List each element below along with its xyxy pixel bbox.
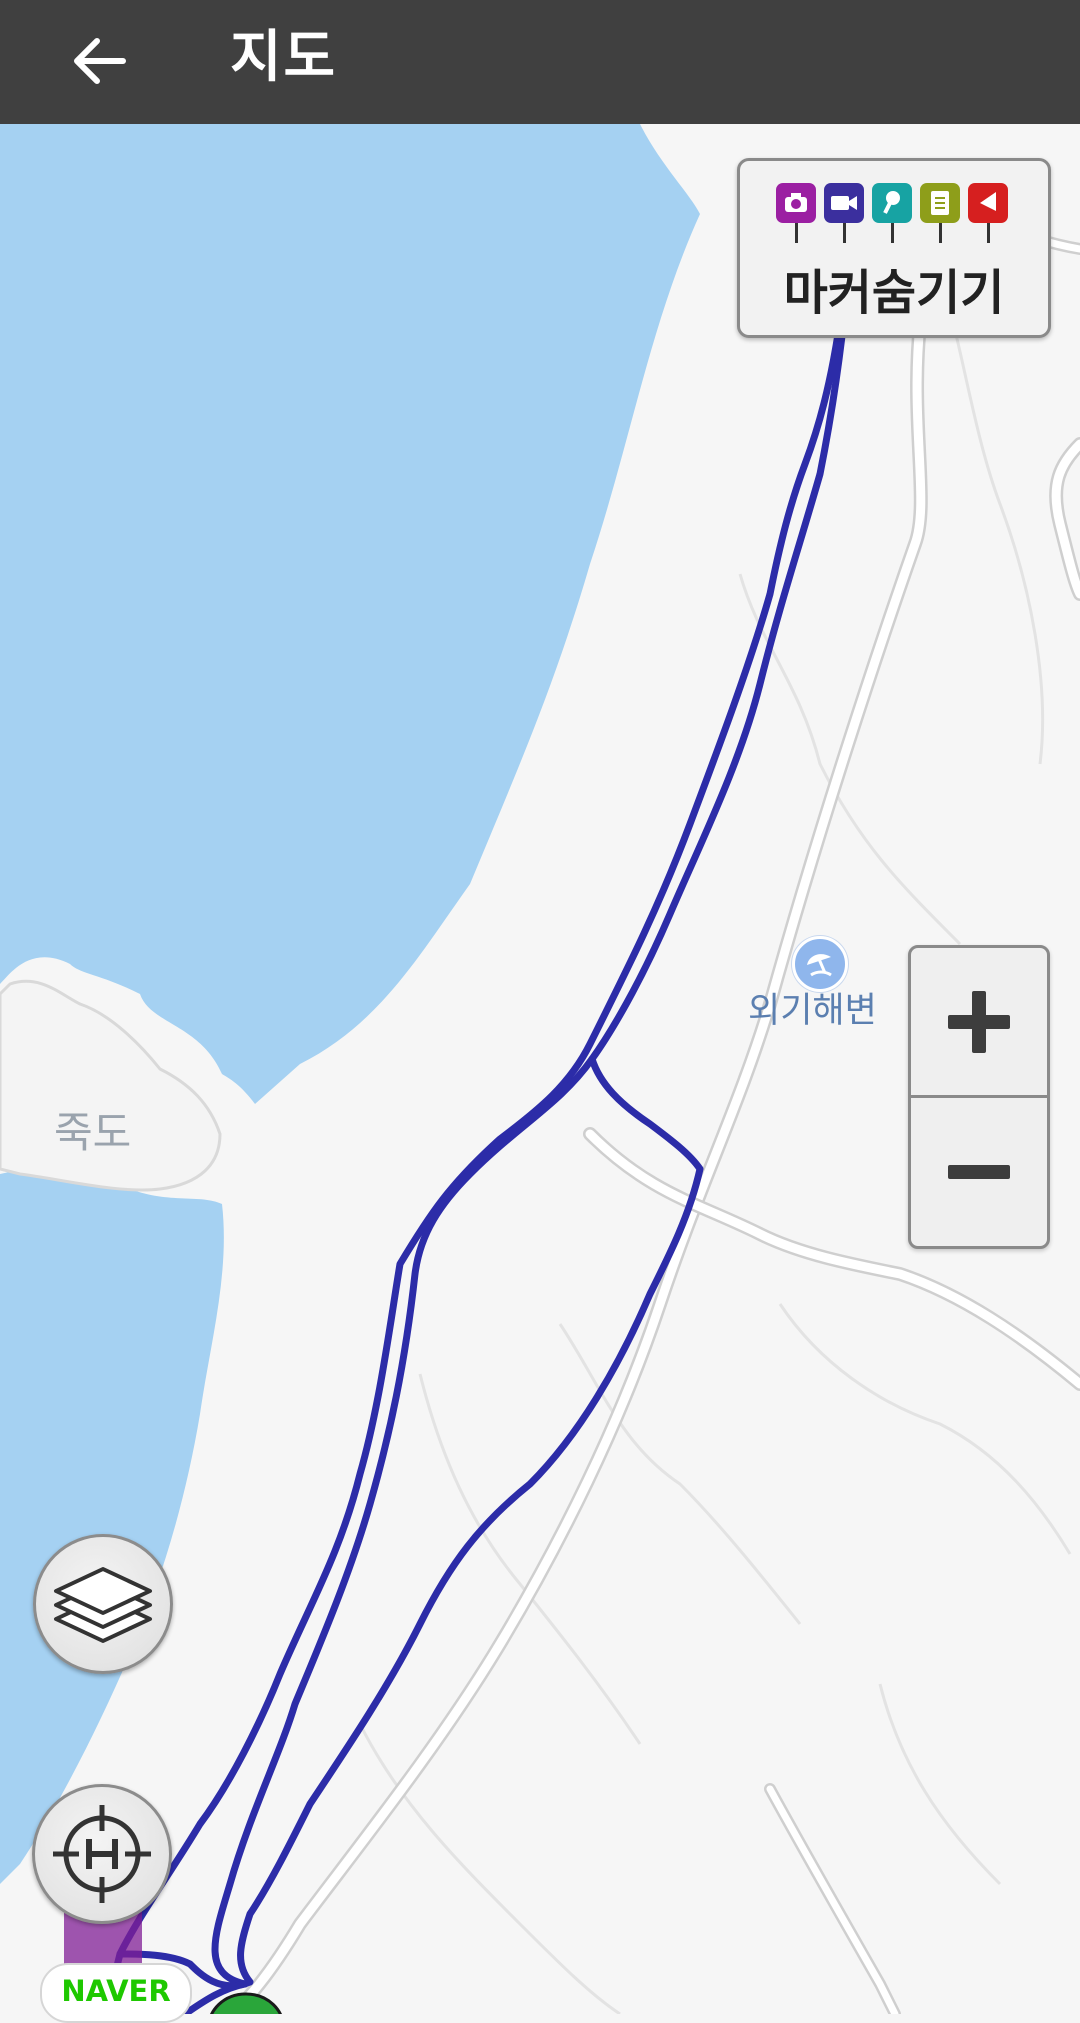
zoom-in-button[interactable]	[911, 948, 1047, 1098]
naver-logo: NAVER	[40, 1963, 192, 2023]
camera-marker-icon	[776, 183, 816, 245]
beach-label: 외기해변	[748, 991, 877, 1031]
memo-marker-icon	[920, 183, 960, 245]
app-bar: 지도	[0, 0, 1080, 124]
back-button[interactable]	[44, 6, 154, 116]
video-marker-icon	[824, 183, 864, 245]
zoom-controls	[908, 945, 1050, 1249]
sea-area	[0, 124, 700, 1104]
hide-markers-label: 마커숨기기	[783, 265, 1005, 321]
home-location-icon	[53, 1805, 151, 1903]
start-point-icon[interactable]	[204, 1990, 288, 2014]
marker-icon-row	[776, 183, 1016, 245]
flag-marker-icon	[968, 183, 1008, 245]
microphone-marker-icon	[872, 183, 912, 245]
hide-markers-button[interactable]: 마커숨기기	[737, 158, 1051, 338]
home-location-button[interactable]	[32, 1784, 172, 1924]
arrow-left-icon	[74, 38, 126, 84]
page-title: 지도	[230, 25, 338, 90]
sea-area-south	[0, 1170, 224, 1884]
map-layers-button[interactable]	[33, 1534, 173, 1674]
layers-icon	[54, 1567, 152, 1643]
zoom-out-button[interactable]	[911, 1098, 1047, 1245]
island-label: 죽도	[54, 1108, 132, 1157]
